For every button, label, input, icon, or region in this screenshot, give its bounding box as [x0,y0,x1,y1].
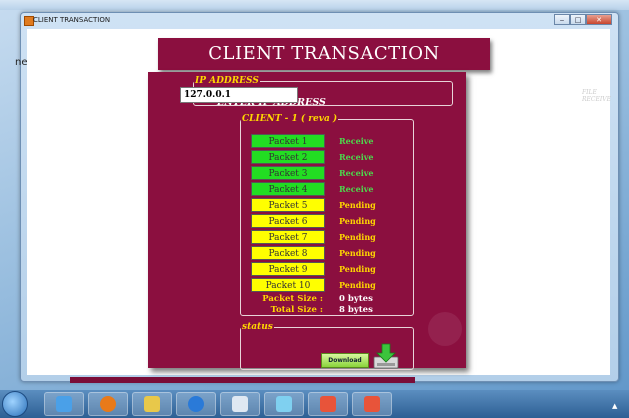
packet-indicator: Packet 4 [251,182,325,196]
packet-status: Receive [339,152,374,162]
packet-status: Pending [339,248,376,258]
folder-icon [144,396,160,412]
client-legend: CLIENT - 1 ( reva ) [242,114,338,124]
notepad-button[interactable] [220,392,260,416]
packet-status: Pending [339,216,376,226]
page-title: CLIENT TRANSACTION [208,43,440,64]
ip-address-legend: IP ADDRESS [195,76,259,86]
file-receive-label: FILE RECEIVE [582,89,611,103]
packet-status: Pending [339,232,376,242]
windows-live-button[interactable] [264,392,304,416]
main-panel: IP ADDRESS ENTER IP ADDRESS CLIENT - 1 (… [148,72,466,370]
packet-size-value: 0 bytes [339,294,373,304]
ip-address-input[interactable] [180,87,298,103]
java-app-button-2[interactable] [352,392,392,416]
minimize-button[interactable]: ‒ [554,14,570,25]
notepad-icon [232,396,248,412]
total-size-value: 8 bytes [339,305,373,315]
java-app-icon [364,396,380,412]
packet-status: Pending [339,280,376,290]
packet-indicator: Packet 6 [251,214,325,228]
client-group: CLIENT - 1 ( reva ) Packet 1 Receive Packe… [240,114,414,316]
packet-indicator: Packet 7 [251,230,325,244]
ip-address-field-wrap [180,87,440,104]
firefox-icon [100,396,116,412]
total-size-label: Total Size : [270,305,323,315]
packet-indicator: Packet 10 [251,278,325,292]
panel-shadow-strip [70,377,415,383]
packet-status: Pending [339,264,376,274]
packet-indicator: Packet 3 [251,166,325,180]
java-app-button-1[interactable] [308,392,348,416]
java-app-icon [320,396,336,412]
packet-size-label: Packet Size : [262,294,323,304]
packet-status: Receive [339,168,374,178]
file-explorer-button[interactable] [132,392,172,416]
download-icon[interactable] [371,341,401,371]
close-button[interactable]: ✕ [586,14,612,25]
status-legend: status [242,322,273,332]
packet-status: Receive [339,136,374,146]
tray-expand-icon[interactable]: ▲ [612,402,617,410]
window-title: CLIENT TRANSACTION [33,16,111,24]
packet-indicator: Packet 8 [251,246,325,260]
packet-indicator: Packet 2 [251,150,325,164]
window-controls: ‒ □ ✕ [554,14,612,25]
watermark-logo [428,312,462,346]
maximize-button[interactable]: □ [570,14,586,25]
media-player-icon [56,396,72,412]
background-window-titlebar [0,0,629,10]
packet-status: Pending [339,200,376,210]
packet-indicator: Packet 9 [251,262,325,276]
internet-explorer-icon [188,396,204,412]
packet-status: Receive [339,184,374,194]
internet-explorer-button[interactable] [176,392,216,416]
packet-indicator: Packet 5 [251,198,325,212]
edge-text: ne [15,57,28,68]
title-panel: CLIENT TRANSACTION [158,38,490,70]
status-group: status Download [240,322,414,370]
firefox-button[interactable] [88,392,128,416]
start-orb-icon[interactable] [2,391,28,417]
packet-indicator: Packet 1 [251,134,325,148]
taskbar [0,390,629,418]
media-player-button[interactable] [44,392,84,416]
download-button[interactable]: Download [321,353,369,368]
windows-live-icon [276,396,292,412]
